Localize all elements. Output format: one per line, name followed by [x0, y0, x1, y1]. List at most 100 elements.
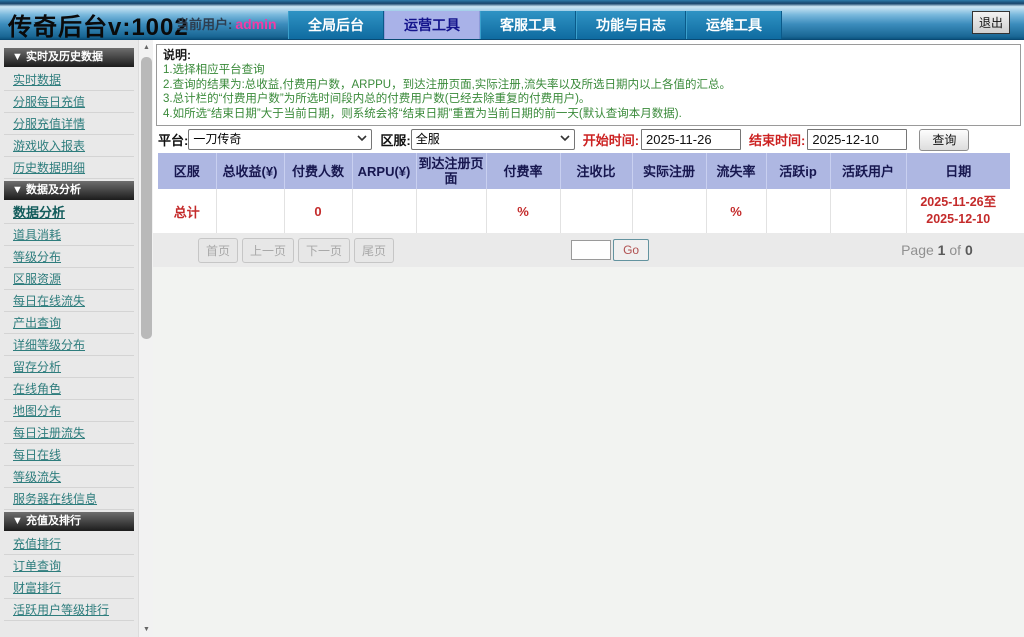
page-indicator-total: 0 — [965, 242, 973, 258]
current-user-label: 当前用户: — [176, 17, 232, 32]
tab-customer-service-tools[interactable]: 客服工具 — [480, 11, 576, 39]
cell-register-revenue-ratio — [560, 189, 632, 233]
platform-select-value: 一刀传奇 — [193, 132, 241, 146]
filter-bar: 平台: 一刀传奇 区服: 全服 开始时间: 结束时间: 查询 — [153, 126, 1024, 153]
sidebar: ▼ 实时及历史数据 实时数据 分服每日充值 分服充值详情 游戏收入报表 历史数据… — [0, 40, 138, 637]
goto-page-input[interactable] — [571, 240, 611, 260]
sidebar-item-server-online-info[interactable]: 服务器在线信息 — [4, 488, 134, 510]
pagination-last-button[interactable]: 尾页 — [354, 238, 394, 263]
column-header-date: 日期 — [906, 153, 1010, 189]
table-row-total: 总计 0 % % 2025-11-26至 2025-12-10 — [158, 189, 1010, 233]
chevron-down-icon — [357, 133, 367, 143]
sidebar-item-map-distribution[interactable]: 地图分布 — [4, 400, 134, 422]
sidebar-item-daily-recharge-by-server[interactable]: 分服每日充值 — [4, 91, 134, 113]
scroll-up-icon[interactable]: ▲ — [139, 40, 154, 55]
sidebar-item-daily-register-churn[interactable]: 每日注册流失 — [4, 422, 134, 444]
sidebar-item-game-income-report[interactable]: 游戏收入报表 — [4, 135, 134, 157]
sidebar-item-server-resources[interactable]: 区服资源 — [4, 268, 134, 290]
pagination-first-button[interactable]: 首页 — [198, 238, 238, 263]
sidebar-item-realtime-data[interactable]: 实时数据 — [4, 69, 134, 91]
page-layout: ▼ 实时及历史数据 实时数据 分服每日充值 分服充值详情 游戏收入报表 历史数据… — [0, 40, 1024, 637]
column-header-active-users: 活跃用户 — [830, 153, 906, 189]
notice-line-4: 4.如所选“结束日期”大于当前日期，则系统会将“结束日期”重置为当前日期的前一天… — [163, 107, 1014, 122]
sidebar-item-level-churn[interactable]: 等级流失 — [4, 466, 134, 488]
stats-table: 区服 总收益(¥) 付费人数 ARPU(¥) 到达注册页面 付费率 注收比 实际… — [158, 153, 1010, 233]
chevron-down-icon — [560, 133, 570, 143]
column-header-pay-rate: 付费率 — [486, 153, 560, 189]
cell-paying-users: 0 — [284, 189, 352, 233]
cell-actual-register — [632, 189, 706, 233]
server-label: 区服: — [380, 130, 410, 149]
scroll-down-icon[interactable]: ▼ — [139, 622, 154, 637]
sidebar-item-detailed-level-distribution[interactable]: 详细等级分布 — [4, 334, 134, 356]
tab-maintenance-tools[interactable]: 运维工具 — [686, 11, 782, 39]
page-indicator: Page 1 of 0 — [901, 242, 973, 258]
column-header-paying-users: 付费人数 — [284, 153, 352, 189]
table-header-row: 区服 总收益(¥) 付费人数 ARPU(¥) 到达注册页面 付费率 注收比 实际… — [158, 153, 1010, 189]
sidebar-item-data-analysis[interactable]: 数据分析 — [4, 202, 134, 224]
column-header-churn-rate: 流失率 — [706, 153, 766, 189]
sidebar-item-daily-online[interactable]: 每日在线 — [4, 444, 134, 466]
column-header-active-ip: 活跃ip — [766, 153, 830, 189]
sidebar-item-wealth-ranking[interactable]: 财富排行 — [4, 577, 134, 599]
sidebar-section-recharge-ranking[interactable]: ▼ 充值及排行 — [4, 512, 134, 531]
cell-total-revenue — [216, 189, 284, 233]
sidebar-item-level-distribution[interactable]: 等级分布 — [4, 246, 134, 268]
tab-operations-tools[interactable]: 运营工具 — [384, 11, 480, 39]
tab-features-and-logs[interactable]: 功能与日志 — [576, 11, 686, 39]
cell-reached-register-page — [416, 189, 486, 233]
cell-churn-rate: % — [706, 189, 766, 233]
current-user-value: admin — [235, 16, 276, 32]
empty-content-area — [153, 267, 1024, 637]
cell-arpu — [352, 189, 416, 233]
pagination-bar: 首页 上一页 下一页 尾页 Go Page 1 of 0 — [153, 233, 1024, 267]
cell-active-ip — [766, 189, 830, 233]
main-content: 说明: 1.选择相应平台查询 2.查询的结果为:总收益,付费用户数，ARPPU，… — [153, 40, 1024, 637]
query-button[interactable]: 查询 — [919, 129, 969, 151]
current-user: 当前用户:admin — [176, 14, 277, 33]
sidebar-item-output-query[interactable]: 产出查询 — [4, 312, 134, 334]
sidebar-item-item-consumption[interactable]: 道具消耗 — [4, 224, 134, 246]
platform-select[interactable]: 一刀传奇 — [188, 129, 372, 150]
sidebar-scrollbar[interactable]: ▲ ▼ — [138, 40, 153, 637]
notice-box: 说明: 1.选择相应平台查询 2.查询的结果为:总收益,付费用户数，ARPPU，… — [156, 44, 1021, 126]
server-select-value: 全服 — [416, 132, 440, 146]
column-header-arpu: ARPU(¥) — [352, 153, 416, 189]
tab-global-backend[interactable]: 全局后台 — [288, 11, 384, 39]
app-title: 传奇后台v:1002 — [8, 7, 189, 42]
platform-label: 平台: — [158, 130, 188, 149]
end-time-label: 结束时间: — [749, 130, 805, 149]
page-indicator-of: of — [949, 242, 961, 258]
sidebar-item-daily-online-churn[interactable]: 每日在线流失 — [4, 290, 134, 312]
main-nav-tabs: 全局后台 运营工具 客服工具 功能与日志 运维工具 — [288, 11, 782, 39]
pagination-next-button[interactable]: 下一页 — [298, 238, 350, 263]
sidebar-item-recharge-details-by-server[interactable]: 分服充值详情 — [4, 113, 134, 135]
scrollbar-thumb[interactable] — [141, 57, 152, 339]
sidebar-item-online-characters[interactable]: 在线角色 — [4, 378, 134, 400]
start-time-label: 开始时间: — [583, 130, 639, 149]
page-indicator-label: Page — [901, 242, 934, 258]
sidebar-item-order-query[interactable]: 订单查询 — [4, 555, 134, 577]
column-header-total-revenue: 总收益(¥) — [216, 153, 284, 189]
notice-line-2: 2.查询的结果为:总收益,付费用户数，ARPPU，到达注册页面,实际注册,流失率… — [163, 78, 1014, 93]
page-indicator-current: 1 — [938, 242, 946, 258]
cell-active-users — [830, 189, 906, 233]
notice-line-3: 3.总计栏的“付费用户数”为所选时间段内总的付费用户数(已经去除重复的付费用户)… — [163, 92, 1014, 107]
sidebar-section-realtime-history[interactable]: ▼ 实时及历史数据 — [4, 48, 134, 67]
notice-line-1: 1.选择相应平台查询 — [163, 63, 1014, 78]
end-time-input[interactable] — [807, 129, 907, 150]
sidebar-item-recharge-ranking[interactable]: 充值排行 — [4, 533, 134, 555]
goto-page-control: Go — [571, 239, 649, 261]
logout-button[interactable]: 退出 — [972, 11, 1010, 34]
server-select[interactable]: 全服 — [411, 129, 575, 150]
start-time-input[interactable] — [641, 129, 741, 150]
notice-title: 说明: — [163, 48, 1014, 63]
cell-date-range: 2025-11-26至 2025-12-10 — [906, 189, 1010, 233]
sidebar-item-retention-analysis[interactable]: 留存分析 — [4, 356, 134, 378]
go-button[interactable]: Go — [613, 239, 649, 261]
sidebar-item-active-user-level-ranking[interactable]: 活跃用户等级排行 — [4, 599, 134, 621]
sidebar-item-history-data-detail[interactable]: 历史数据明细 — [4, 157, 134, 179]
pagination-prev-button[interactable]: 上一页 — [242, 238, 294, 263]
column-header-reached-register-page: 到达注册页面 — [416, 153, 486, 189]
sidebar-section-data-analysis[interactable]: ▼ 数据及分析 — [4, 181, 134, 200]
